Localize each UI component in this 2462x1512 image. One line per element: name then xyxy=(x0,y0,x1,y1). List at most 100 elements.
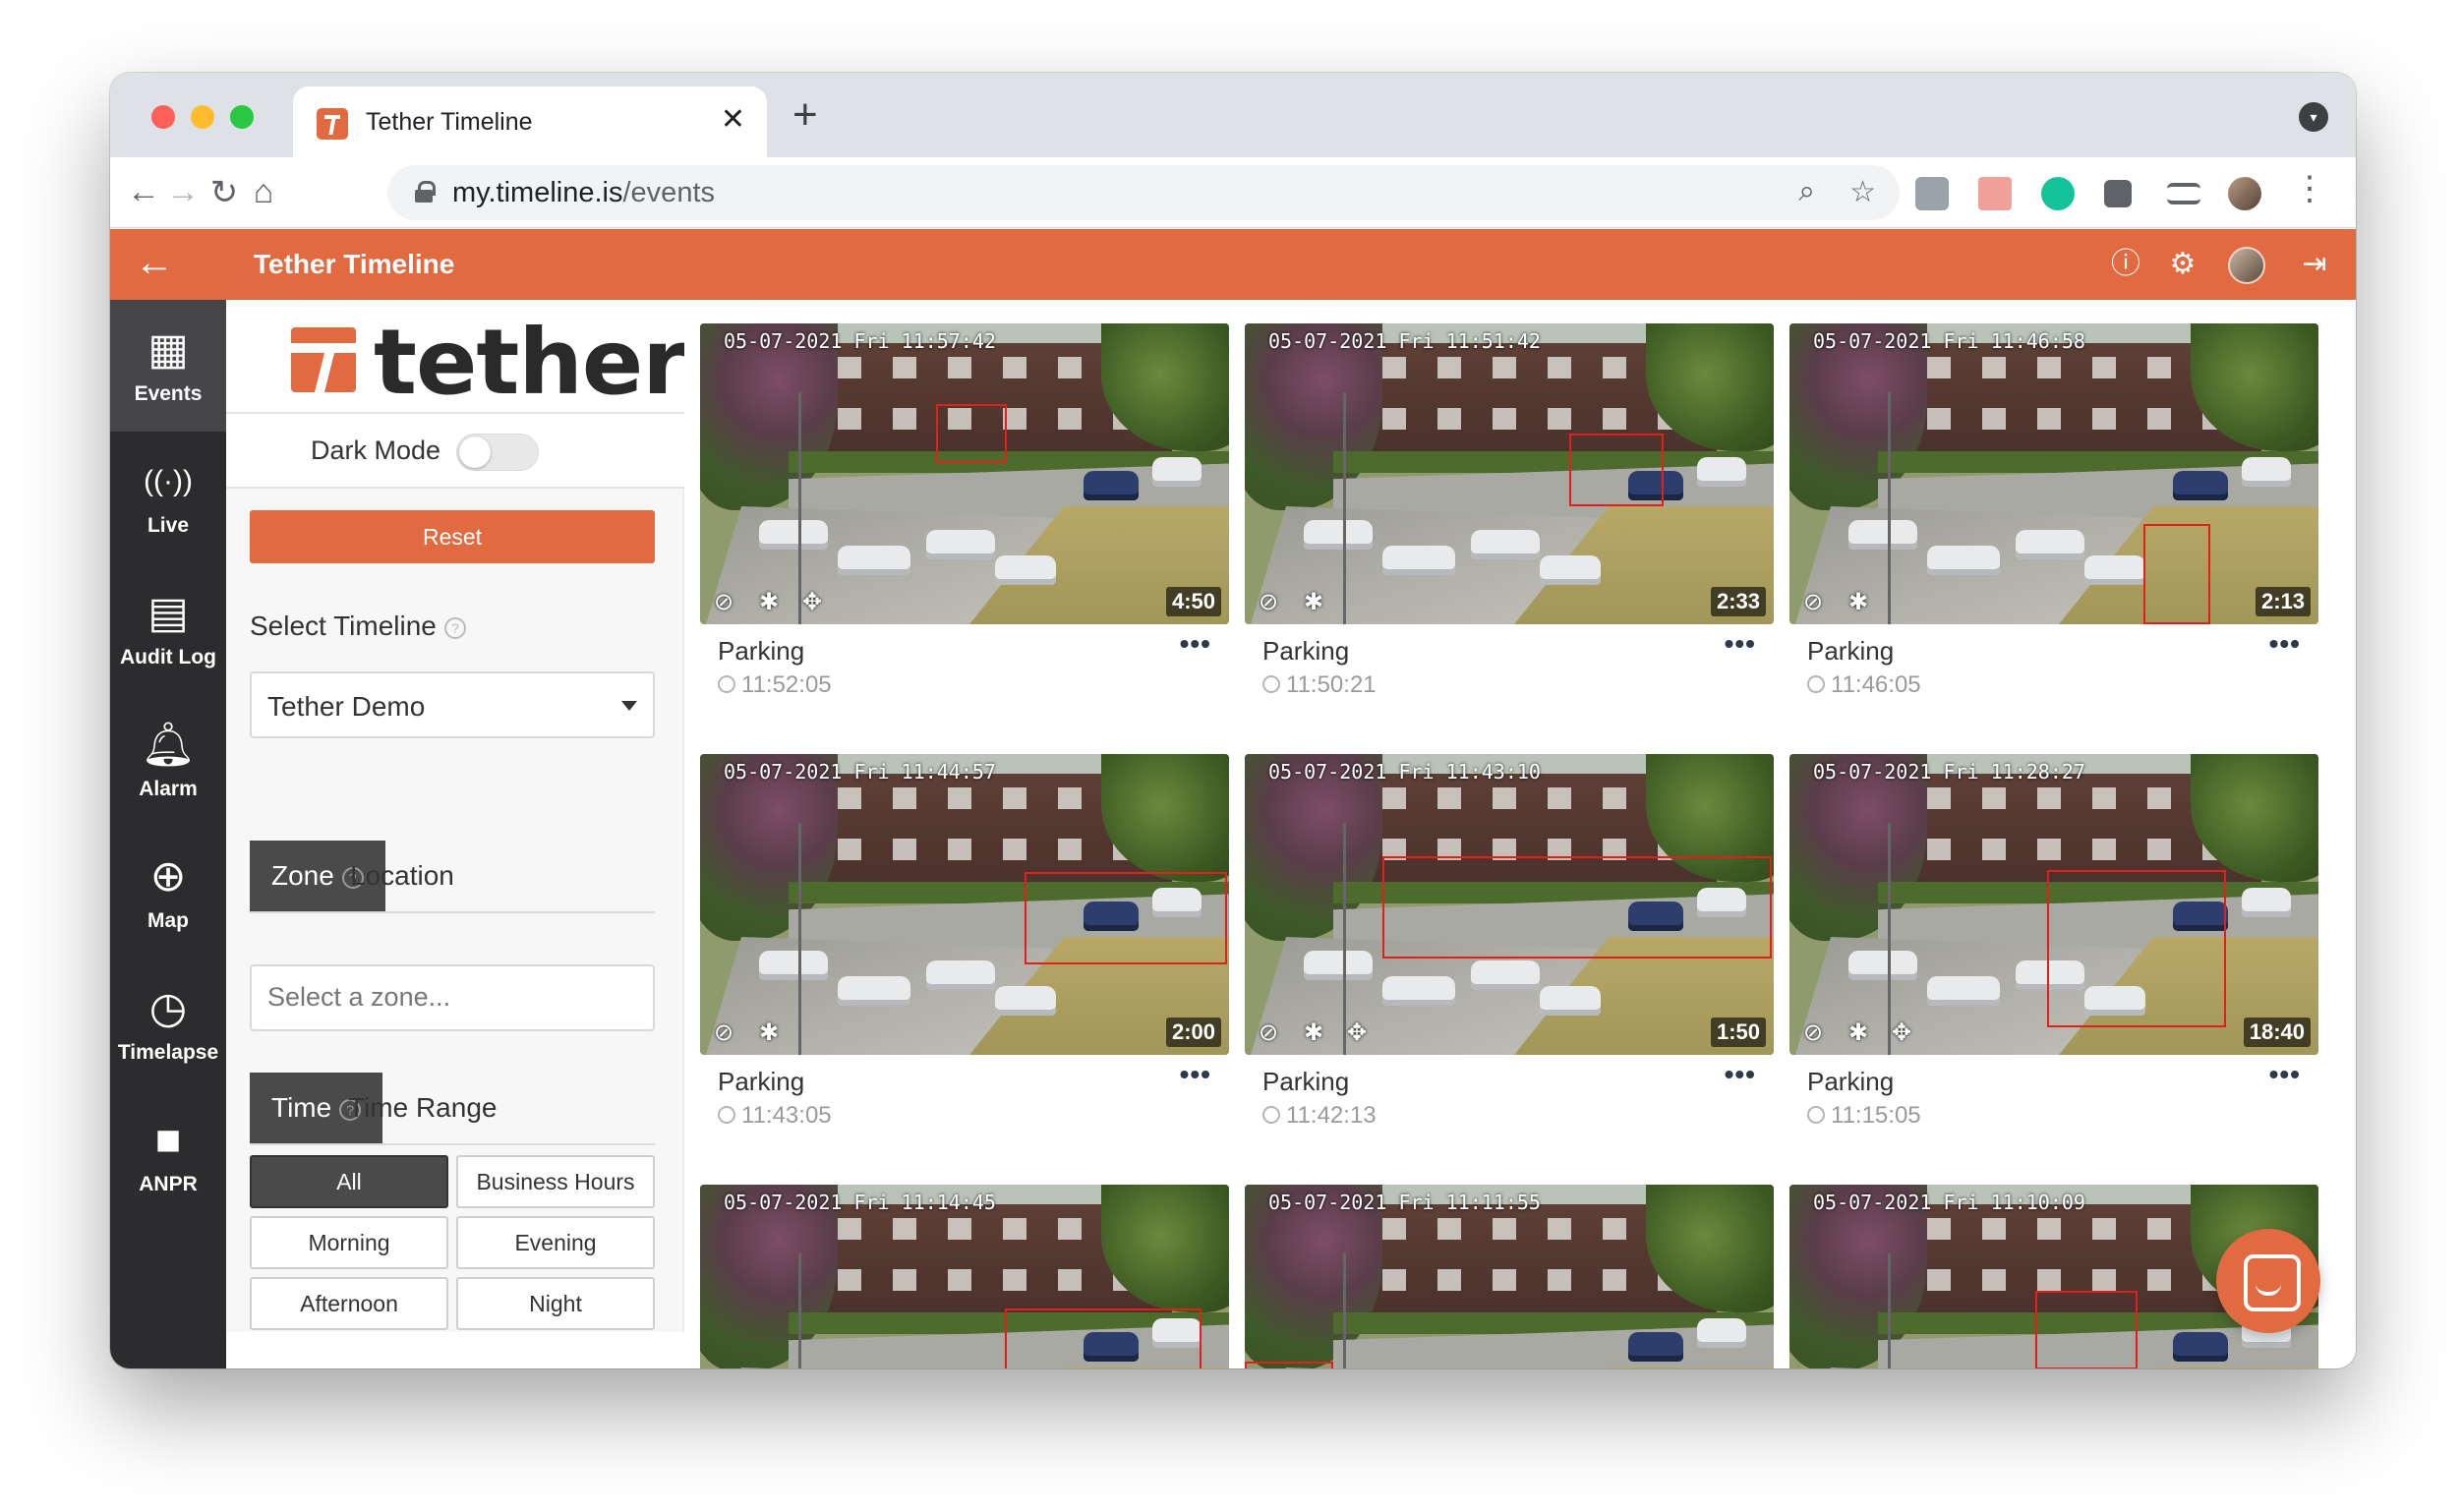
event-thumbnail[interactable]: 05-07-2021 Fri 11:51:42 ⊘ ✱ 2:33 xyxy=(1245,323,1774,624)
event-thumbnail[interactable]: 05-07-2021 Fri 11:57:42 ⊘ ✱ ✥ 4:50 xyxy=(700,323,1229,624)
browser-tab[interactable]: Tether Timeline ✕ xyxy=(293,87,767,157)
close-window-button[interactable] xyxy=(151,105,175,129)
event-card[interactable]: 05-07-2021 Fri 11:14:45 xyxy=(700,1185,1229,1368)
event-card[interactable]: 05-07-2021 Fri 11:28:27 ⊘ ✱ ✥ 18:40 Parkin… xyxy=(1789,754,2318,1129)
maximize-window-button[interactable] xyxy=(230,105,254,129)
logout-icon[interactable]: ⇥ xyxy=(2297,247,2332,282)
more-options-icon[interactable]: ••• xyxy=(1180,1059,1211,1090)
move-icon: ✥ xyxy=(802,589,823,615)
tab-time-range[interactable]: Time Range xyxy=(326,1073,518,1143)
nav-item-live[interactable]: ((·)) Live xyxy=(110,432,226,563)
back-arrow-icon[interactable]: ← xyxy=(124,173,163,211)
brand-wordmark: tether xyxy=(374,310,687,415)
nav-label: Audit Log xyxy=(120,646,216,669)
more-options-icon[interactable]: ••• xyxy=(2269,628,2301,660)
time-evening-button[interactable]: Evening xyxy=(456,1216,655,1269)
video-timestamp: 05-07-2021 Fri 11:44:57 xyxy=(724,760,996,784)
zone-location-tabs: Zone? Location xyxy=(250,841,655,913)
nav-label: Timelapse xyxy=(117,1041,219,1064)
event-thumbnail[interactable]: 05-07-2021 Fri 11:28:27 ⊘ ✱ ✥ 18:40 xyxy=(1789,754,2318,1055)
event-card[interactable]: 05-07-2021 Fri 11:51:42 ⊘ ✱ 2:33 Parking … xyxy=(1245,323,1774,698)
time-all-button[interactable]: All xyxy=(250,1155,448,1208)
time-business-hours-button[interactable]: Business Hours xyxy=(456,1155,655,1208)
tab-search-icon[interactable]: ▾ xyxy=(2299,102,2328,132)
event-thumbnail[interactable]: 05-07-2021 Fri 11:11:55 xyxy=(1245,1185,1774,1368)
tether-logo-icon xyxy=(291,327,356,392)
detection-box xyxy=(1382,856,1772,959)
dark-mode-toggle[interactable] xyxy=(456,434,539,471)
calendar-icon: ▦ xyxy=(147,325,189,374)
time-afternoon-button[interactable]: Afternoon xyxy=(250,1277,448,1330)
event-thumbnail[interactable]: 05-07-2021 Fri 11:44:57 ⊘ ✱ 2:00 xyxy=(700,754,1229,1055)
zoom-icon[interactable]: ⌕ xyxy=(1798,175,1815,208)
event-card[interactable]: 05-07-2021 Fri 11:43:10 ⊘ ✱ ✥ 1:50 Parking… xyxy=(1245,754,1774,1129)
time-morning-button[interactable]: Morning xyxy=(250,1216,448,1269)
browser-menu-icon[interactable]: ⋮ xyxy=(2293,169,2326,208)
event-time: 11:46:05 xyxy=(1807,671,1921,699)
snowflake-icon: ✱ xyxy=(1304,589,1324,615)
nav-item-alarm[interactable]: 🔔︎ Alarm xyxy=(110,695,226,827)
timeline-select[interactable]: Tether Demo xyxy=(250,671,655,738)
detection-box xyxy=(1025,872,1227,964)
event-card[interactable]: 05-07-2021 Fri 11:11:55 xyxy=(1245,1185,1774,1368)
nav-item-anpr[interactable]: ■ ANPR xyxy=(110,1090,226,1222)
zone-select-input[interactable]: Select a zone... xyxy=(250,964,655,1031)
event-time: 11:42:13 xyxy=(1262,1102,1377,1130)
video-timestamp: 05-07-2021 Fri 11:57:42 xyxy=(724,329,996,353)
event-card[interactable]: 05-07-2021 Fri 11:46:58 ⊘ ✱ 2:13 Parking … xyxy=(1789,323,2318,698)
stopwatch-icon: ◷ xyxy=(148,984,188,1032)
event-card[interactable]: 05-07-2021 Fri 11:57:42 ⊘ ✱ ✥ 4:50 Parking… xyxy=(700,323,1229,698)
nav-label: Alarm xyxy=(139,778,198,800)
detection-box xyxy=(2035,1291,2138,1368)
nav-item-map[interactable]: ⊕ Map xyxy=(110,827,226,959)
event-thumbnail[interactable]: 05-07-2021 Fri 11:14:45 xyxy=(700,1185,1229,1368)
reset-button[interactable]: Reset xyxy=(250,510,655,563)
home-icon[interactable]: ⌂ xyxy=(244,173,283,211)
video-timestamp: 05-07-2021 Fri 11:14:45 xyxy=(724,1191,996,1214)
detection-box xyxy=(1569,434,1664,506)
bookmark-star-icon[interactable]: ☆ xyxy=(1849,175,1876,209)
reading-list-icon[interactable] xyxy=(2167,183,2200,204)
time-night-button[interactable]: Night xyxy=(456,1277,655,1330)
nav-item-timelapse[interactable]: ◷ Timelapse xyxy=(110,959,226,1090)
event-card[interactable]: 05-07-2021 Fri 11:44:57 ⊘ ✱ 2:00 Parking … xyxy=(700,754,1229,1129)
forward-arrow-icon[interactable]: → xyxy=(163,173,203,211)
no-motion-icon: ⊘ xyxy=(1803,1019,1824,1046)
clock-icon xyxy=(1807,1106,1825,1124)
address-bar[interactable]: my.timeline.is/events ⌕ ☆ xyxy=(387,165,1900,220)
tab-close-icon[interactable]: ✕ xyxy=(721,102,745,137)
extension-cast-icon[interactable] xyxy=(1978,177,2012,210)
nav-item-audit-log[interactable]: ▤ Audit Log xyxy=(110,563,226,695)
detection-box xyxy=(1005,1308,1202,1368)
timeline-select-value: Tether Demo xyxy=(267,691,426,722)
help-icon[interactable]: ⓘ xyxy=(2108,247,2143,282)
new-tab-button[interactable]: + xyxy=(792,90,818,140)
more-options-icon[interactable]: ••• xyxy=(1725,628,1756,660)
user-avatar[interactable] xyxy=(2228,247,2265,284)
settings-gear-icon[interactable]: ⚙ xyxy=(2165,247,2200,282)
event-thumbnail[interactable]: 05-07-2021 Fri 11:43:10 ⊘ ✱ ✥ 1:50 xyxy=(1245,754,1774,1055)
grammarly-icon[interactable] xyxy=(2041,177,2075,210)
tab-location[interactable]: Location xyxy=(328,841,476,911)
snowflake-icon: ✱ xyxy=(1848,1019,1869,1046)
event-thumbnail[interactable]: 05-07-2021 Fri 11:46:58 ⊘ ✱ 2:13 xyxy=(1789,323,2318,624)
duration-badge: 2:00 xyxy=(1165,1018,1221,1047)
chat-launcher-icon[interactable] xyxy=(2216,1229,2320,1333)
browser-window: Tether Timeline ✕ + ▾ ← → ↻ ⌂ my.timelin… xyxy=(110,73,2356,1368)
extensions-puzzle-icon[interactable] xyxy=(2104,180,2132,207)
document-icon: ▤ xyxy=(147,589,189,637)
event-time: 11:15:05 xyxy=(1807,1102,1921,1130)
help-icon[interactable]: ? xyxy=(443,616,466,639)
extension-profile-icon[interactable] xyxy=(1915,177,1949,210)
event-title: Parking xyxy=(1807,1067,1895,1096)
event-title: Parking xyxy=(1262,636,1350,666)
time-tabs: Time? Time Range xyxy=(250,1073,655,1145)
collapse-arrow-icon[interactable]: ← xyxy=(132,241,177,285)
minimize-window-button[interactable] xyxy=(191,105,214,129)
nav-item-events[interactable]: ▦ Events xyxy=(110,300,226,432)
more-options-icon[interactable]: ••• xyxy=(2269,1059,2301,1090)
reload-icon[interactable]: ↻ xyxy=(205,173,244,212)
profile-avatar[interactable] xyxy=(2228,177,2261,210)
more-options-icon[interactable]: ••• xyxy=(1180,628,1211,660)
more-options-icon[interactable]: ••• xyxy=(1725,1059,1756,1090)
